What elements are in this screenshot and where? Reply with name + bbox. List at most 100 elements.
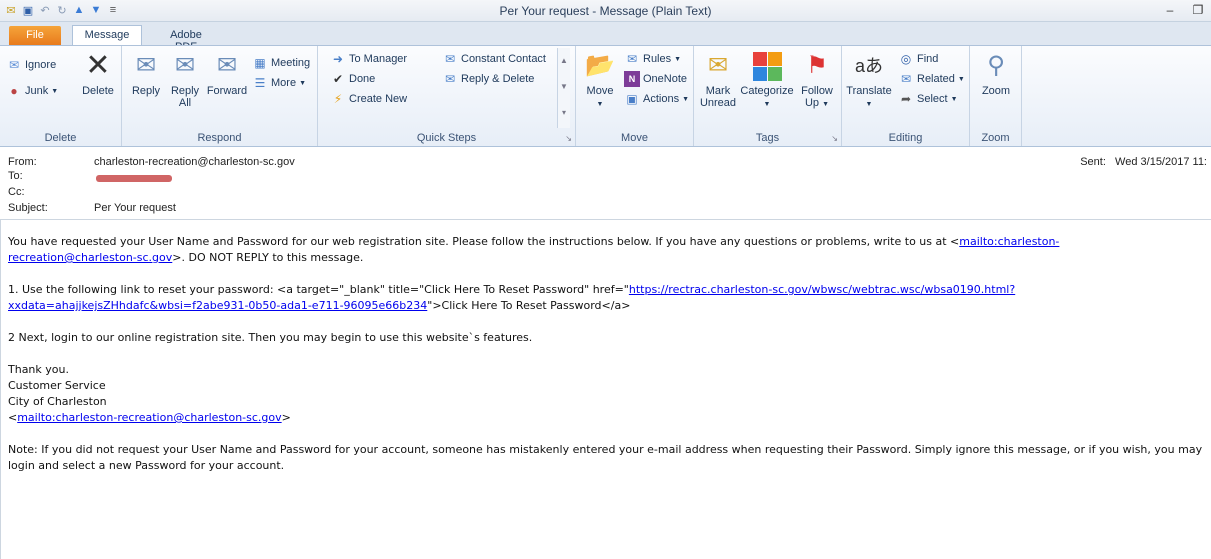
chevron-down-icon: ▼: [596, 101, 604, 108]
paragraph-reset-link: 1. Use the following link to reset your …: [8, 283, 1016, 312]
minimize-icon[interactable]: –: [1161, 2, 1179, 18]
mailto-link[interactable]: mailto:charleston-: [959, 235, 1059, 248]
delete-button[interactable]: ✕ Delete: [78, 50, 118, 98]
chevron-down-icon: ▼: [299, 79, 306, 87]
rules-icon: ✉: [626, 52, 638, 66]
quickstep-create-new[interactable]: ⚡ Create New: [330, 90, 407, 108]
reply-button[interactable]: ✉ Reply: [126, 50, 166, 98]
redacted-recipient: [96, 175, 172, 182]
find-button[interactable]: ◎ Find: [898, 50, 939, 68]
dialog-launcher-icon[interactable]: ↘: [565, 134, 572, 143]
junk-button[interactable]: ● Junk ▼: [6, 82, 58, 100]
signature-mailto-link[interactable]: mailto:charleston-recreation@charleston-…: [17, 411, 281, 424]
tab-message[interactable]: Message: [72, 25, 142, 47]
cc-row: Cc:: [8, 186, 94, 200]
from-value[interactable]: charleston-recreation@charleston-sc.gov: [94, 156, 295, 170]
ignore-icon: ✉: [8, 58, 20, 72]
mailto-link-cont[interactable]: recreation@charleston-sc.gov: [8, 251, 172, 264]
cursor-icon: ➦: [900, 92, 912, 106]
more-button[interactable]: ☰ More ▼: [252, 74, 306, 92]
delete-group: ✉ Ignore ● Junk ▼ ✕ Delete Delete: [0, 46, 122, 146]
to-row: To:: [8, 170, 94, 184]
window-controls: – ❐: [1161, 2, 1207, 18]
onenote-icon: N: [624, 71, 640, 87]
lightning-icon: ⚡: [333, 92, 343, 106]
translate-button[interactable]: aあ Translate ▼: [844, 50, 894, 111]
rules-button[interactable]: ✉ Rules ▼: [624, 50, 681, 68]
subject-label: Subject:: [8, 202, 48, 214]
forward-to-manager-icon: ➜: [332, 52, 344, 66]
message-header: From: charleston-recreation@charleston-s…: [0, 148, 1211, 218]
cc-label: Cc:: [8, 186, 25, 198]
from-row: From: charleston-recreation@charleston-s…: [8, 156, 295, 170]
dialog-launcher-icon[interactable]: ↘: [831, 134, 838, 143]
quickstep-constant-contact[interactable]: ✉ Constant Contact: [442, 50, 546, 68]
paragraph-intro: You have requested your User Name and Pa…: [8, 235, 1060, 264]
message-body[interactable]: You have requested your User Name and Pa…: [0, 219, 1211, 559]
constant-contact-icon: ✉: [444, 52, 456, 66]
reset-password-link[interactable]: https://rectrac.charleston-sc.gov/wbwsc/…: [629, 283, 1015, 296]
meeting-icon: ▦: [254, 56, 266, 70]
select-button[interactable]: ➦ Select ▼: [898, 90, 958, 108]
ribbon: ✉ Ignore ● Junk ▼ ✕ Delete Delete ✉ Repl…: [0, 45, 1211, 147]
ignore-button[interactable]: ✉ Ignore: [6, 56, 56, 74]
onenote-button[interactable]: N OneNote: [624, 70, 687, 88]
sent-label: Sent:: [1080, 156, 1106, 168]
related-icon: ✉: [900, 72, 912, 86]
tags-group: ✉ Mark Unread Categorize ▼ ⚑ Follow Up ▼…: [694, 46, 842, 146]
sent-value: Wed 3/15/2017 11:: [1115, 156, 1207, 168]
chevron-down-icon: ▼: [822, 101, 830, 108]
ribbon-tabs: File Message Adobe PDF: [0, 22, 1211, 53]
chevron-down-icon: ▼: [957, 75, 965, 83]
categorize-button[interactable]: Categorize ▼: [738, 50, 796, 111]
paragraph-login: 2 Next, login to our online registration…: [8, 331, 533, 344]
chevron-down-icon: ▼: [51, 87, 59, 95]
checkmark-icon: ✔: [332, 72, 344, 86]
quickstep-done[interactable]: ✔ Done: [330, 70, 375, 88]
scroll-down-icon[interactable]: ▼: [558, 74, 570, 100]
forward-button[interactable]: ✉ Forward: [204, 50, 250, 98]
reply-all-button[interactable]: ✉ Reply All: [168, 50, 202, 110]
follow-up-button[interactable]: ⚑ Follow Up ▼: [798, 50, 836, 111]
quickstep-reply-delete[interactable]: ✉ Reply & Delete: [442, 70, 534, 88]
signature: Thank you. Customer Service City of Char…: [8, 363, 291, 424]
sent-info: Sent: Wed 3/15/2017 11:: [1080, 156, 1207, 168]
actions-button[interactable]: ▣ Actions ▼: [624, 90, 689, 108]
group-label-zoom: Zoom: [981, 132, 1010, 144]
zoom-group: ⚲ Zoom Zoom: [970, 46, 1022, 146]
move-folder-icon: 📂: [585, 52, 615, 79]
group-label-editing: Editing: [888, 132, 923, 144]
subject-row: Subject: Per Your request: [8, 202, 176, 216]
group-label-move: Move: [621, 132, 648, 144]
restore-icon[interactable]: ❐: [1189, 2, 1207, 18]
binoculars-icon: ◎: [900, 52, 912, 66]
mark-unread-button[interactable]: ✉ Mark Unread: [698, 50, 738, 110]
more-icon: ☰: [254, 76, 266, 90]
respond-group: ✉ Reply ✉ Reply All ✉ Forward ▦ Meeting …: [122, 46, 318, 146]
tab-file[interactable]: File: [9, 26, 61, 46]
scroll-up-icon[interactable]: ▲: [558, 48, 570, 74]
reset-password-link-cont[interactable]: xxdata=ahajjkejsZHhdafc&wbsi=f2abe931-0b…: [8, 299, 427, 312]
title-bar: ✉ ▣ ↶ ↻ ▲ ▼ ≡ Per Your request - Message…: [0, 0, 1211, 22]
paragraph-note: Note: If you did not request your User N…: [8, 443, 1203, 472]
chevron-down-icon: ▼: [682, 95, 690, 103]
to-label: To:: [8, 170, 23, 182]
zoom-button[interactable]: ⚲ Zoom: [976, 50, 1016, 98]
move-button[interactable]: 📂 Move ▼: [580, 50, 620, 111]
expand-gallery-icon[interactable]: ▾: [558, 100, 570, 126]
tab-adobe-pdf[interactable]: Adobe PDF: [148, 26, 224, 53]
group-label-delete: Delete: [44, 132, 77, 144]
quickstep-to-manager[interactable]: ➜ To Manager: [330, 50, 407, 68]
group-label-tags: Tags: [755, 132, 780, 144]
window-title: Per Your request - Message (Plain Text): [499, 4, 712, 18]
junk-icon: ●: [10, 84, 18, 98]
mark-unread-icon: ✉: [707, 52, 729, 79]
related-button[interactable]: ✉ Related ▼: [898, 70, 965, 88]
message-text: You have requested your User Name and Pa…: [8, 234, 1208, 490]
quick-steps-scrollbar[interactable]: ▲ ▼ ▾: [557, 48, 570, 128]
reply-icon: ✉: [135, 52, 157, 79]
meeting-button[interactable]: ▦ Meeting: [252, 54, 310, 72]
subject-value: Per Your request: [94, 202, 176, 214]
chevron-down-icon: ▼: [763, 101, 771, 108]
chevron-down-icon: ▼: [865, 101, 873, 108]
